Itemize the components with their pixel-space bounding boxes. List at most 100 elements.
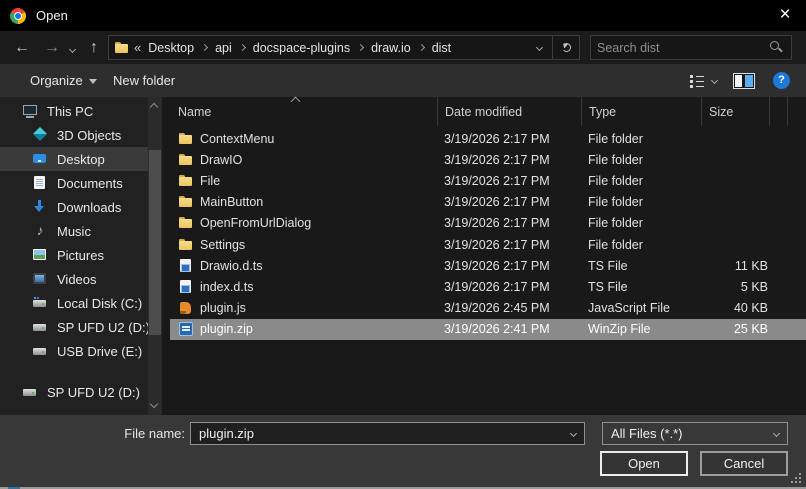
file-row-plugin-js[interactable]: plugin.js 3/19/2026 2:45 PM JavaScript F… (170, 298, 806, 319)
file-row-file[interactable]: File 3/19/2026 2:17 PM File folder (170, 170, 806, 191)
file-row-index-d-ts[interactable]: index.d.ts 3/19/2026 2:17 PM TS File 5 K… (170, 276, 806, 297)
preview-pane-icon[interactable] (733, 72, 755, 89)
sidebar-item-music[interactable]: ♪ Music (0, 219, 148, 243)
breadcrumb-segment-draw-io[interactable]: draw.io (369, 41, 413, 55)
drive-icon (32, 319, 48, 335)
sidebar-item-desktop[interactable]: Desktop (0, 147, 148, 171)
folder-icon (178, 194, 194, 210)
file-row-drawio-d-ts[interactable]: Drawio.d.ts 3/19/2026 2:17 PM TS File 11… (170, 255, 806, 276)
search-input[interactable] (591, 40, 770, 55)
music-icon: ♪ (36, 222, 44, 238)
file-type: File folder (588, 152, 643, 167)
address-dropdown-button[interactable] (526, 36, 553, 59)
sidebar-scrollbar[interactable] (148, 97, 162, 415)
download-icon (32, 199, 48, 215)
close-icon[interactable]: × (770, 0, 800, 31)
file-name: Drawio.d.ts (200, 258, 263, 273)
drive-icon (22, 384, 38, 400)
file-name: MainButton (200, 195, 264, 210)
help-icon[interactable]: ? (773, 72, 790, 89)
file-size: 40 KB (733, 301, 768, 316)
sidebar-item-label: Downloads (57, 199, 122, 215)
up-button[interactable]: ↑ (82, 31, 106, 64)
file-type: File folder (588, 195, 643, 210)
folder-icon (178, 131, 194, 147)
view-mode-button[interactable] (689, 74, 719, 88)
refresh-icon (561, 42, 572, 53)
file-type: File folder (588, 131, 643, 146)
scroll-up-icon[interactable] (149, 101, 159, 112)
dialog-body: This PC 3D Objects Desktop Documents Dow… (0, 96, 806, 415)
document-icon (32, 175, 48, 191)
sidebar-item-local-disk-c[interactable]: Local Disk (C:) (0, 291, 148, 315)
file-date-modified: 3/19/2026 2:17 PM (444, 195, 550, 210)
file-row-drawio[interactable]: DrawIO 3/19/2026 2:17 PM File folder (170, 149, 806, 170)
sidebar-item-this-pc[interactable]: This PC (0, 99, 148, 123)
sidebar-item-label: Pictures (57, 247, 104, 263)
search-icon[interactable] (770, 41, 783, 54)
open-dialog-window: Open × ← → ↑ « Desktop api docspace-plugin… (0, 0, 806, 489)
chevron-down-icon (88, 79, 97, 85)
chevron-down-icon (535, 43, 543, 52)
breadcrumb-segment-dist[interactable]: dist (430, 41, 453, 55)
sidebar-item-videos[interactable]: Videos (0, 267, 148, 291)
file-date-modified: 3/19/2026 2:17 PM (444, 279, 550, 294)
header-size[interactable]: Size (702, 97, 770, 126)
breadcrumb-segment-desktop[interactable]: Desktop (146, 41, 196, 55)
file-type-combobox[interactable]: All Files (*.*) (602, 422, 788, 445)
cancel-button[interactable]: Cancel (700, 451, 788, 476)
ts-icon (178, 258, 194, 274)
breadcrumb[interactable]: « Desktop api docspace-plugins draw.io dist (108, 35, 580, 60)
file-rows: ContextMenu 3/19/2026 2:17 PM File folde… (170, 126, 806, 340)
file-size: 5 KB (740, 279, 768, 294)
file-name-input[interactable] (191, 426, 571, 441)
recent-locations-button[interactable] (64, 31, 80, 64)
titlebar: Open × (0, 0, 806, 31)
open-button[interactable]: Open (600, 451, 688, 476)
header-spacer (770, 97, 788, 126)
toolbar: Organize New folder ? (0, 64, 806, 98)
file-row-openfromurldialog[interactable]: OpenFromUrlDialog 3/19/2026 2:17 PM File… (170, 213, 806, 234)
new-folder-button[interactable]: New folder (113, 64, 175, 97)
chevron-down-icon[interactable] (569, 429, 578, 438)
resize-grip[interactable] (799, 481, 801, 483)
folder-icon (178, 237, 194, 253)
file-name: ContextMenu (200, 131, 275, 146)
scroll-down-icon[interactable] (149, 399, 159, 409)
breadcrumb-segments: « Desktop api docspace-plugins draw.io dist (134, 40, 526, 55)
sidebar-item-sp-ufd-u2-d[interactable]: SP UFD U2 (D:) (0, 380, 148, 404)
file-row-plugin-zip[interactable]: plugin.zip 3/19/2026 2:41 PM WinZip File… (170, 318, 806, 340)
organize-button[interactable]: Organize (30, 64, 97, 97)
column-headers: Name Date modified Type Size (162, 96, 806, 126)
toolbar-right: ? (689, 64, 806, 97)
ts-icon (178, 279, 194, 295)
file-row-mainbutton[interactable]: MainButton 3/19/2026 2:17 PM File folder (170, 192, 806, 213)
header-type[interactable]: Type (582, 97, 702, 126)
sidebar-item-documents[interactable]: Documents (0, 171, 148, 195)
breadcrumb-segment-docspace-plugins[interactable]: docspace-plugins (251, 41, 352, 55)
file-row-settings[interactable]: Settings 3/19/2026 2:17 PM File folder (170, 234, 806, 255)
folder-icon (178, 173, 194, 189)
folder-icon (114, 40, 130, 56)
sidebar-item-3d-objects[interactable]: 3D Objects (0, 123, 148, 147)
video-icon (32, 271, 48, 287)
file-size: 25 KB (733, 322, 768, 337)
file-date-modified: 3/19/2026 2:41 PM (444, 322, 550, 337)
back-button[interactable]: ← (8, 31, 36, 64)
forward-button[interactable]: → (38, 31, 66, 64)
sidebar-item-label: This PC (47, 103, 94, 119)
breadcrumb-segment-api[interactable]: api (213, 41, 234, 55)
refresh-button[interactable] (553, 36, 579, 59)
scrollbar-thumb[interactable] (149, 150, 161, 335)
sidebar-item-label: Documents (57, 175, 123, 191)
file-row-contextmenu[interactable]: ContextMenu 3/19/2026 2:17 PM File folde… (170, 128, 806, 149)
file-name-label: File name: (124, 426, 185, 441)
sidebar-item-downloads[interactable]: Downloads (0, 195, 148, 219)
header-date-modified[interactable]: Date modified (438, 97, 582, 126)
sidebar-item-label: SP UFD U2 (D:) (47, 384, 140, 400)
sidebar-item-pictures[interactable]: Pictures (0, 243, 148, 267)
chevron-right-icon (417, 43, 425, 52)
folder-icon (178, 215, 194, 231)
sidebar-item-sp-ufd-u2-d[interactable]: SP UFD U2 (D:) (0, 315, 150, 339)
sidebar-item-usb-drive-e[interactable]: USB Drive (E:) (0, 339, 148, 363)
